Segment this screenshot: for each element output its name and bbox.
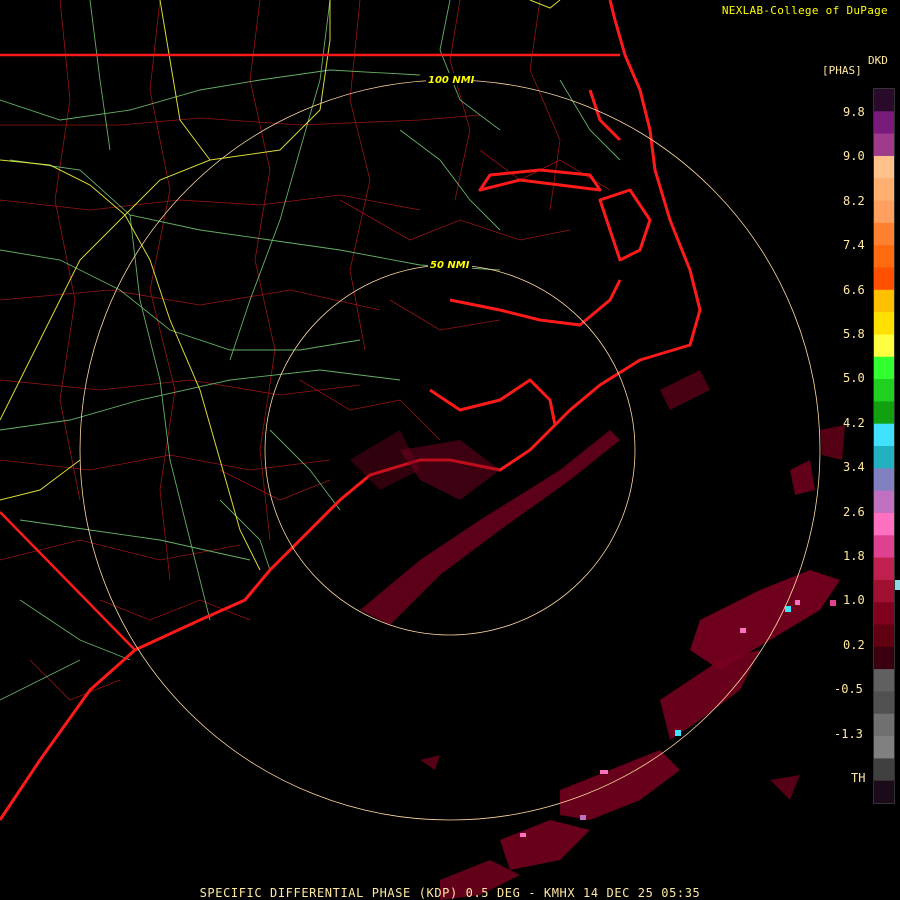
colorbar-tick-label: 5.0 — [843, 371, 865, 386]
range-ring-labels: 100 NMI 50 NMI — [426, 73, 475, 271]
colorbar-units-top: DKD — [868, 54, 888, 67]
colorbar-tick-label: 3.4 — [843, 460, 865, 475]
range-ring-label-inner: 50 NMI — [430, 260, 470, 271]
colorbar-tick-label: 1.0 — [843, 593, 865, 608]
colorbar-tick-label: 1.8 — [843, 549, 865, 563]
range-ring-label-outer: 100 NMI — [428, 75, 475, 86]
colorbar-tick-label: 2.6 — [843, 504, 865, 519]
colorbar-tick-label: 6.6 — [843, 282, 865, 297]
colorbar-tick-label: 0.2 — [843, 637, 865, 652]
colorbar-tick-label: 9.8 — [843, 105, 865, 119]
product-footer: SPECIFIC DIFFERENTIAL PHASE (KDP) 0.5 DE… — [199, 886, 701, 900]
colorbar-tick-label: -0.5 — [834, 682, 863, 697]
colorbar-tick-label: 7.4 — [843, 238, 865, 253]
colorbar-tick-label: 8.2 — [843, 193, 865, 208]
colorbar-tick-label: 9.0 — [843, 149, 865, 164]
colorbar-tick-label: -1.3 — [834, 726, 863, 741]
colorbar-tick-label: TH — [851, 771, 866, 785]
county-lines — [0, 0, 611, 701]
road-network — [0, 0, 621, 701]
credit-label: NEXLAB-College of DuPage — [721, 4, 888, 17]
colorbar-tick-label: 5.8 — [843, 327, 865, 341]
radar-map: 100 NMI 50 NMI — [0, 0, 900, 900]
colorbar-tick-label: 4.2 — [843, 415, 865, 430]
colorbar-units-label: [PHAS] — [822, 64, 862, 77]
